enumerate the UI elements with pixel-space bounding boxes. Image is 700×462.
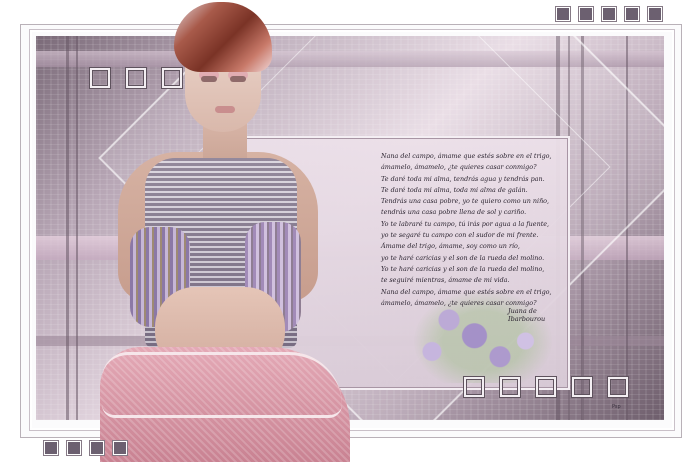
poem-line: yo te segaré tu campo con el sudor de mi… [381, 231, 539, 240]
model-hair [174, 2, 272, 72]
decor-square [113, 441, 127, 455]
poem-line: yo te haré caricias y el son de la rueda… [381, 253, 545, 262]
poem-line: Nana del campo, ámame que estés sobre en… [381, 152, 552, 160]
poem-signature: Juana de Ibarbourou [508, 307, 546, 323]
model-eye [230, 76, 246, 82]
decor-square [572, 377, 592, 397]
poem-line: Ámame del trigo, ámame, soy como un río, [381, 242, 520, 251]
poem-line: Te daré toda mi alma, tendrás agua y ten… [381, 174, 545, 183]
top-right-square-decor [556, 7, 662, 21]
poem-line: Yo te haré caricias y el son de la rueda… [381, 264, 545, 273]
canvas-bottom-right-square-decor [464, 377, 628, 397]
decor-square [44, 441, 58, 455]
artwork-page: Nana del campo, ámame que estés sobre en… [0, 0, 700, 462]
poem-line: tendrás una casa pobre llena de sol y ca… [381, 208, 527, 217]
poem-line: te seguiré mientras, ámame de mi vida. [381, 276, 510, 285]
decor-square [648, 7, 662, 21]
decor-square [464, 377, 484, 397]
decor-square [500, 377, 520, 397]
poem-line: Tendrás una casa pobre, yo te quiero com… [381, 197, 550, 206]
decor-square [90, 441, 104, 455]
poem-line: Te daré toda mi alma, toda mi alma de ga… [381, 185, 528, 194]
decor-square [602, 7, 616, 21]
poem-line: Yo te labraré tu campo, tú irás por agua… [381, 219, 550, 228]
model-eye [201, 76, 217, 82]
model-lips [215, 106, 235, 113]
decor-vertical-bar [66, 36, 69, 420]
poem-text: Nana del campo, ámame que estés sobre en… [381, 151, 581, 309]
artist-watermark: Psp [612, 404, 621, 410]
decor-square [579, 7, 593, 21]
bottom-left-square-decor [44, 441, 127, 455]
decor-vertical-bar [76, 36, 78, 420]
decor-square [67, 441, 81, 455]
model-skirt-trim [102, 352, 342, 418]
decor-square [556, 7, 570, 21]
model-figure [100, 2, 360, 462]
decor-square [625, 7, 639, 21]
poem-line: Nana del campo, ámame que estés sobre en… [381, 287, 552, 296]
poem-line: ámamelo, ámamelo, ¿te quieres casar conm… [381, 163, 537, 172]
decor-square [536, 377, 556, 397]
decor-square [608, 377, 628, 397]
